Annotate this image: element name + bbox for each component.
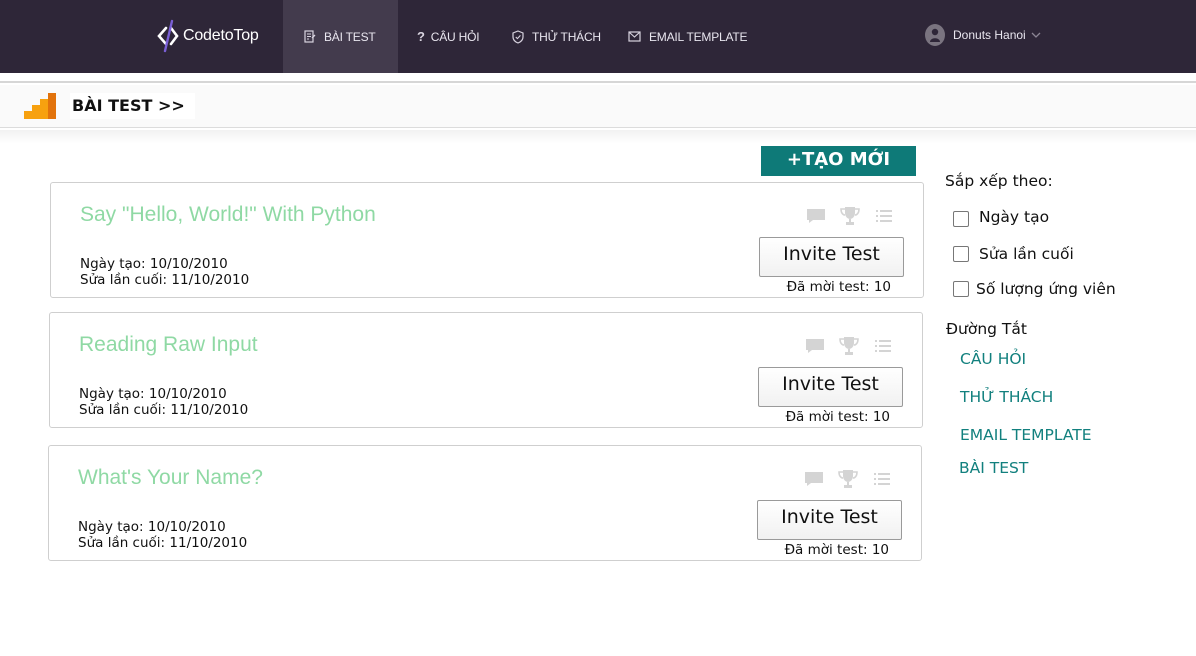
logo-icon <box>157 19 179 53</box>
shortcut-email-template[interactable]: EMAIL TEMPLATE <box>960 426 1092 444</box>
test-card: Say "Hello, World!" With Python Ngày tạo… <box>50 182 924 298</box>
trophy-icon[interactable] <box>837 469 859 489</box>
document-icon <box>304 30 316 43</box>
nav-item-label: BÀI TEST <box>324 29 376 44</box>
shortcut-title: Đường Tắt <box>946 320 1027 338</box>
invited-count: Đã mời test: 10 <box>786 279 891 295</box>
created-date: Ngày tạo: 10/10/2010 <box>79 386 227 402</box>
sort-title: Sắp xếp theo: <box>945 172 1053 190</box>
avatar <box>925 24 945 46</box>
test-title[interactable]: Reading Raw Input <box>79 333 258 357</box>
invite-test-button[interactable]: Invite Test <box>757 500 902 540</box>
invite-test-button[interactable]: Invite Test <box>758 367 903 407</box>
sort-option-label: Số lượng ứng viên <box>976 280 1116 298</box>
test-card: What's Your Name? Ngày tạo: 10/10/2010 S… <box>48 445 922 561</box>
checkbox[interactable] <box>953 281 969 297</box>
checkbox[interactable] <box>953 246 969 262</box>
sort-option-modified[interactable]: Sửa lần cuối <box>953 245 1074 263</box>
nav-item-label: CÂU HỎI <box>430 29 480 44</box>
trophy-icon[interactable] <box>839 206 861 226</box>
logo-text: CodetoTop <box>183 27 259 44</box>
create-new-button[interactable]: +TẠO MỚI <box>761 146 916 176</box>
breadcrumb-bar: BÀI TEST >> <box>0 85 1196 128</box>
test-dates: Ngày tạo: 10/10/2010 Sửa lần cuối: 11/10… <box>80 256 249 288</box>
nav-item-email-template[interactable]: EMAIL TEMPLATE <box>628 0 748 73</box>
sort-option-label: Sửa lần cuối <box>979 245 1074 263</box>
chevron-down-icon <box>1031 28 1041 42</box>
list-icon[interactable] <box>872 336 894 356</box>
logo[interactable]: CodetoTop <box>157 16 259 56</box>
test-dates: Ngày tạo: 10/10/2010 Sửa lần cuối: 11/10… <box>79 386 248 418</box>
invite-test-button[interactable]: Invite Test <box>759 237 904 277</box>
envelope-icon <box>628 31 641 42</box>
card-actions <box>803 469 893 489</box>
nav-item-thu-thach[interactable]: THỬ THÁCH <box>512 0 601 73</box>
trophy-icon[interactable] <box>838 336 860 356</box>
shortcut-bai-test[interactable]: BÀI TEST <box>959 459 1028 477</box>
checkbox[interactable] <box>953 211 969 227</box>
created-date: Ngày tạo: 10/10/2010 <box>80 256 228 272</box>
top-navigation-bar: CodetoTop BÀI TEST ? CÂU HỎI THỬ THÁCH E… <box>0 0 1196 73</box>
breadcrumb[interactable]: BÀI TEST >> <box>70 93 195 119</box>
test-title[interactable]: Say "Hello, World!" With Python <box>80 203 376 227</box>
list-icon[interactable] <box>871 469 893 489</box>
test-title[interactable]: What's Your Name? <box>78 466 263 490</box>
shield-icon <box>512 29 524 44</box>
bar-chart-icon <box>24 91 56 123</box>
nav-item-label: EMAIL TEMPLATE <box>649 29 748 44</box>
modified-date: Sửa lần cuối: 11/10/2010 <box>79 402 249 418</box>
comment-icon[interactable] <box>803 469 825 489</box>
nav-item-cau-hoi[interactable]: ? CÂU HỎI <box>417 0 480 73</box>
sort-option-candidates[interactable]: Số lượng ứng viên <box>953 280 1116 298</box>
invited-count: Đã mời test: 10 <box>784 542 889 558</box>
modified-date: Sửa lần cuối: 11/10/2010 <box>80 272 250 288</box>
user-menu[interactable]: Donuts Hanoi <box>925 22 1041 48</box>
invited-count: Đã mời test: 10 <box>785 409 890 425</box>
breadcrumb-shadow <box>0 130 1196 144</box>
shortcut-thu-thach[interactable]: THỬ THÁCH <box>960 388 1053 406</box>
nav-item-bai-test[interactable]: BÀI TEST <box>283 0 398 73</box>
question-icon: ? <box>417 29 425 44</box>
user-name: Donuts Hanoi <box>953 28 1026 42</box>
comment-icon[interactable] <box>805 206 827 226</box>
sort-option-created[interactable]: Ngày tạo <box>953 207 1049 227</box>
test-card: Reading Raw Input Ngày tạo: 10/10/2010 S… <box>49 312 923 428</box>
modified-date: Sửa lần cuối: 11/10/2010 <box>78 535 248 551</box>
sort-option-label: Ngày tạo <box>979 208 1050 226</box>
card-actions <box>805 206 895 226</box>
created-date: Ngày tạo: 10/10/2010 <box>78 519 226 535</box>
comment-icon[interactable] <box>804 336 826 356</box>
header-divider <box>0 73 1196 83</box>
shortcut-cau-hoi[interactable]: CÂU HỎI <box>960 350 1026 368</box>
nav-item-label: THỬ THÁCH <box>532 29 601 44</box>
card-actions <box>804 336 894 356</box>
list-icon[interactable] <box>873 206 895 226</box>
test-dates: Ngày tạo: 10/10/2010 Sửa lần cuối: 11/10… <box>78 519 247 551</box>
